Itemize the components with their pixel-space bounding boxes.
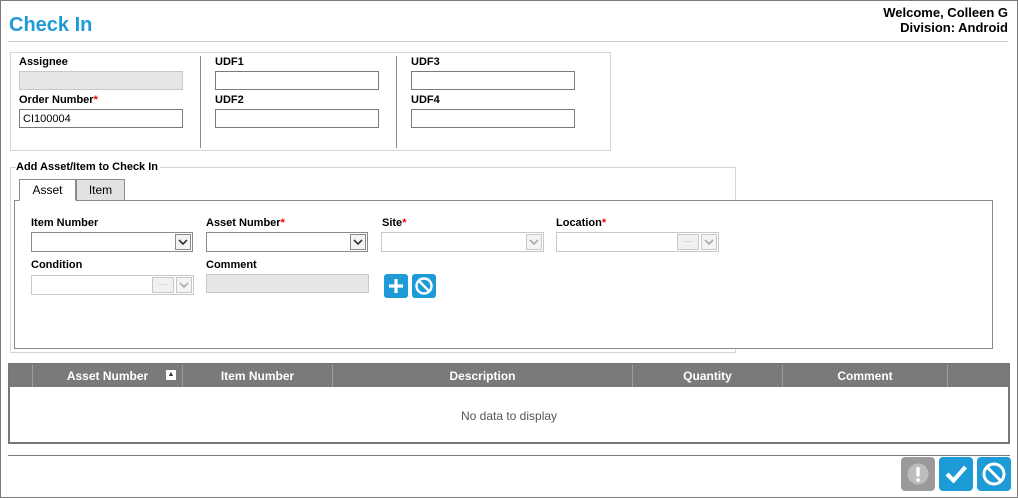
ellipsis-button[interactable]: ···	[152, 277, 174, 293]
empty-message: No data to display	[460, 409, 558, 423]
chevron-down-icon	[176, 277, 192, 293]
udf3-label: UDF3	[411, 56, 440, 68]
grid-header: Asset Number ▲ Item Number Description Q…	[10, 365, 1008, 387]
plus-icon	[389, 279, 403, 293]
comment-field	[206, 274, 369, 293]
column-header-comment[interactable]: Comment	[782, 365, 947, 387]
assignee-field	[19, 71, 183, 90]
cancel-button[interactable]	[977, 457, 1011, 491]
assignee-label: Assignee	[19, 56, 68, 68]
ellipsis-button[interactable]: ···	[677, 234, 699, 250]
required-marker: *	[280, 217, 285, 229]
order-number-label: Order Number*	[19, 94, 98, 106]
required-marker: *	[402, 217, 407, 229]
column-header-asset-number[interactable]: Asset Number ▲	[32, 365, 182, 387]
column-divider	[200, 56, 201, 148]
submit-button[interactable]	[939, 457, 973, 491]
site-label: Site*	[382, 217, 406, 229]
welcome-text: Welcome, Colleen G	[883, 5, 1008, 20]
location-select[interactable]: ···	[556, 232, 719, 252]
site-label-text: Site	[382, 217, 403, 229]
udf2-field[interactable]	[215, 109, 379, 128]
chevron-down-icon[interactable]	[175, 234, 191, 250]
cancel-icon	[415, 277, 433, 295]
page-title: Check In	[9, 14, 93, 36]
add-button[interactable]	[384, 274, 408, 298]
location-label-text: Location	[556, 217, 602, 229]
item-number-label: Item Number	[31, 217, 99, 229]
column-divider	[396, 56, 397, 148]
column-header-item-number[interactable]: Item Number	[182, 365, 332, 387]
asset-number-select[interactable]	[206, 232, 368, 252]
order-info-panel	[10, 52, 611, 151]
cancel-icon	[982, 462, 1006, 486]
comment-label: Comment	[206, 259, 257, 271]
sort-up-icon[interactable]: ▲	[166, 370, 176, 380]
grid-selector-column	[10, 365, 32, 387]
add-asset-legend: Add Asset/Item to Check In	[16, 161, 161, 173]
footer-divider	[8, 455, 1010, 456]
header-divider	[8, 41, 1008, 42]
column-header-label: Asset Number	[66, 369, 149, 383]
order-number-field[interactable]	[19, 109, 183, 128]
warning-button[interactable]	[901, 457, 935, 491]
chevron-down-icon	[526, 234, 542, 250]
required-marker: *	[601, 217, 607, 229]
condition-label: Condition	[31, 259, 83, 271]
exclamation-icon	[907, 463, 929, 485]
udf3-field[interactable]	[411, 71, 575, 90]
required-marker: *	[93, 94, 98, 106]
checkmark-icon	[945, 465, 968, 484]
location-label: Location*	[556, 217, 606, 229]
udf4-field[interactable]	[411, 109, 575, 128]
tab-item[interactable]: Item	[76, 179, 125, 201]
udf2-label: UDF2	[215, 94, 244, 106]
division-text: Division: Android	[900, 20, 1008, 35]
user-info: Welcome, Colleen G Division: Android	[883, 5, 1008, 35]
asset-number-label-text: Asset Number	[206, 217, 281, 229]
item-number-select[interactable]	[31, 232, 193, 252]
chevron-down-icon	[701, 234, 717, 250]
column-header-quantity[interactable]: Quantity	[632, 365, 782, 387]
asset-number-label: Asset Number*	[206, 217, 285, 229]
condition-select[interactable]: ···	[31, 275, 194, 295]
udf1-label: UDF1	[215, 56, 244, 68]
clear-button[interactable]	[412, 274, 436, 298]
tab-asset[interactable]: Asset	[19, 179, 76, 201]
udf4-label: UDF4	[411, 94, 440, 106]
chevron-down-icon[interactable]	[350, 234, 366, 250]
udf1-field[interactable]	[215, 71, 379, 90]
column-header-description[interactable]: Description	[332, 365, 632, 387]
order-number-label-text: Order Number	[19, 94, 94, 106]
site-select[interactable]	[381, 232, 544, 252]
check-in-grid: Asset Number ▲ Item Number Description Q…	[8, 363, 1010, 444]
grid-filler-column	[947, 365, 1008, 387]
